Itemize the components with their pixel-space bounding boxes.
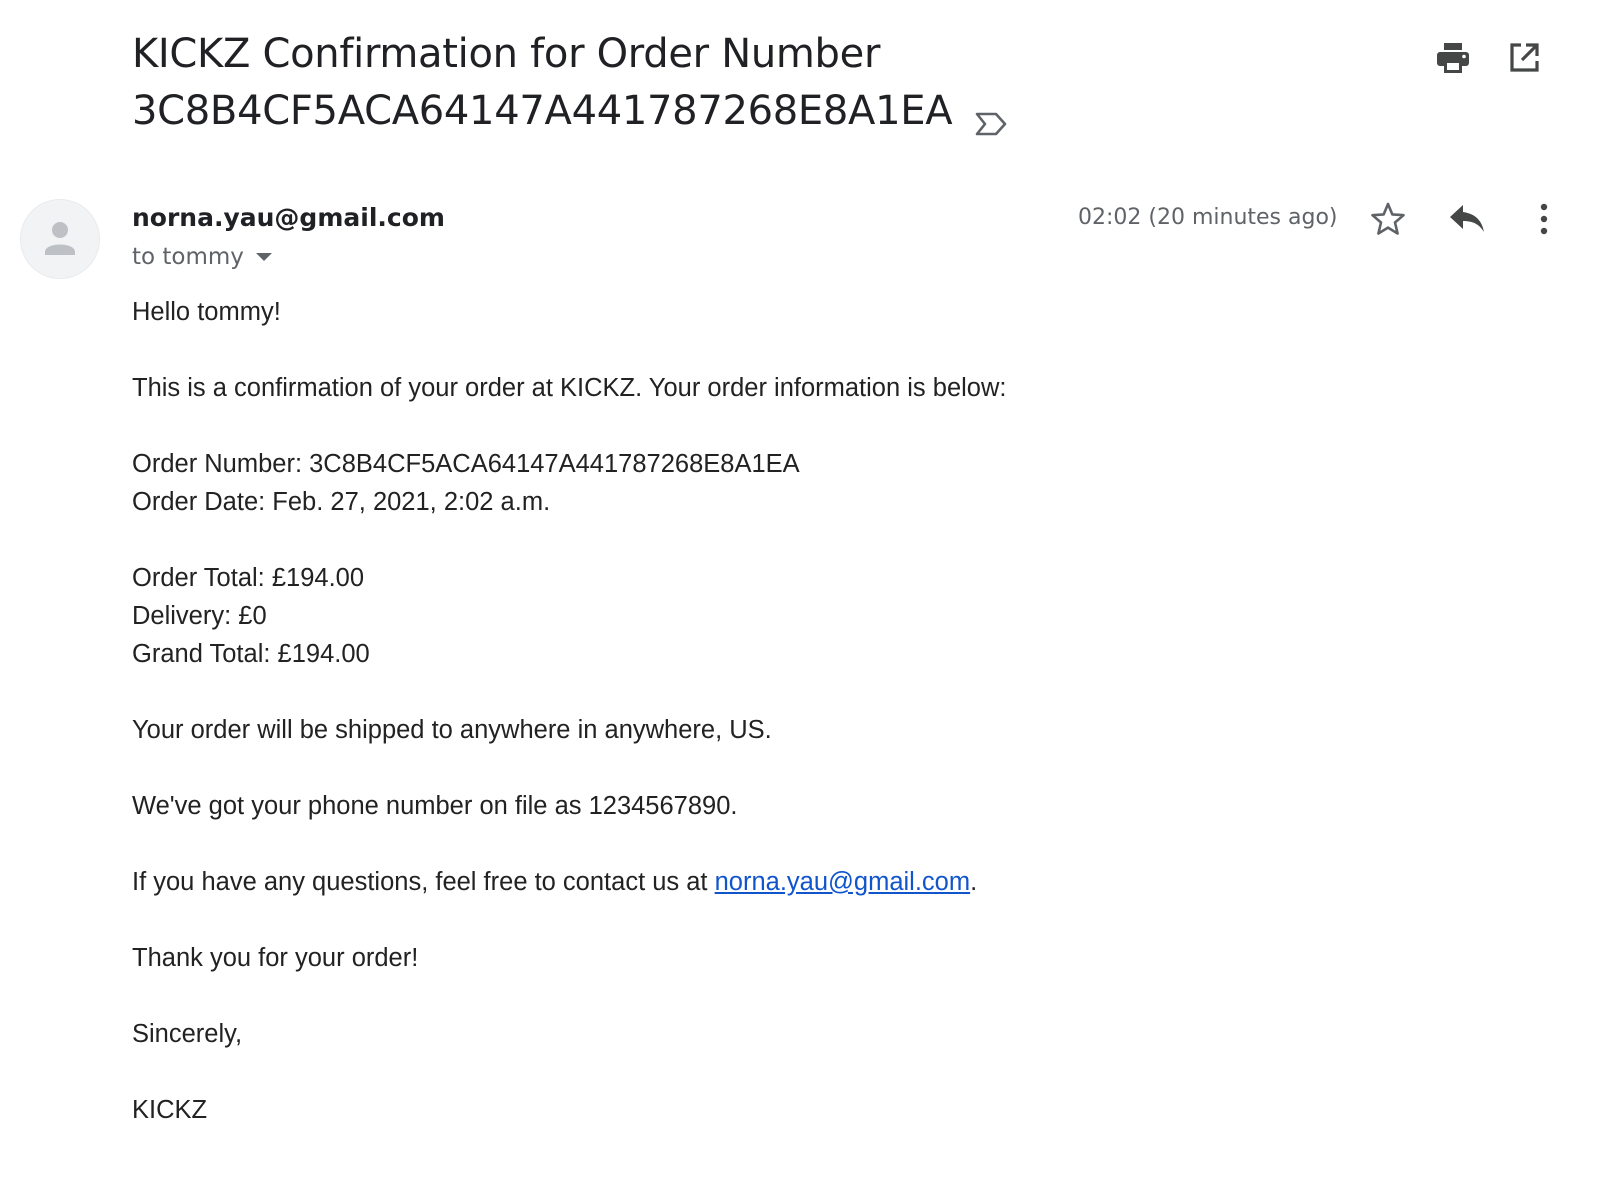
reply-icon[interactable] (1446, 198, 1488, 240)
open-in-new-window-icon[interactable] (1504, 38, 1544, 78)
recipient-label: to tommy (132, 244, 244, 270)
thanks-text: Thank you for your order! (132, 944, 419, 972)
important-label-icon[interactable] (974, 96, 1008, 136)
print-icon[interactable] (1433, 38, 1473, 78)
order-number: Order Number: 3C8B4CF5ACA64147A441787268… (132, 450, 800, 478)
grand-total: Grand Total: £194.00 (132, 640, 370, 668)
recipient-line[interactable]: to tommy (132, 244, 272, 270)
timestamp: 02:02 (20 minutes ago) (1078, 205, 1338, 230)
intro-text: This is a confirmation of your order at … (132, 374, 1007, 402)
contact-line: If you have any questions, feel free to … (132, 863, 1006, 901)
message-body: Hello tommy! This is a confirmation of y… (132, 293, 1006, 1129)
email-subject: KICKZ Confirmation for Order Number 3C8B… (132, 26, 1432, 140)
closing-text: Sincerely, (132, 1020, 243, 1048)
greeting: Hello tommy! (132, 298, 281, 326)
avatar (20, 199, 100, 279)
order-date: Order Date: Feb. 27, 2021, 2:02 a.m. (132, 488, 551, 516)
contact-prefix: If you have any questions, feel free to … (132, 868, 715, 896)
phone-info: We've got your phone number on file as 1… (132, 792, 738, 820)
contact-email-link[interactable]: norna.yau@gmail.com (715, 868, 971, 896)
chevron-down-icon[interactable] (255, 253, 272, 261)
star-icon[interactable] (1367, 198, 1409, 240)
order-total: Order Total: £194.00 (132, 564, 365, 592)
more-vert-icon[interactable] (1523, 198, 1565, 240)
signature: KICKZ (132, 1096, 208, 1124)
shipping-info: Your order will be shipped to anywhere i… (132, 716, 772, 744)
person-icon (45, 222, 75, 255)
subject-text: KICKZ Confirmation for Order Number 3C8B… (132, 31, 953, 134)
delivery-cost: Delivery: £0 (132, 602, 267, 630)
sender-email: norna.yau@gmail.com (132, 203, 445, 232)
contact-suffix: . (970, 868, 978, 896)
